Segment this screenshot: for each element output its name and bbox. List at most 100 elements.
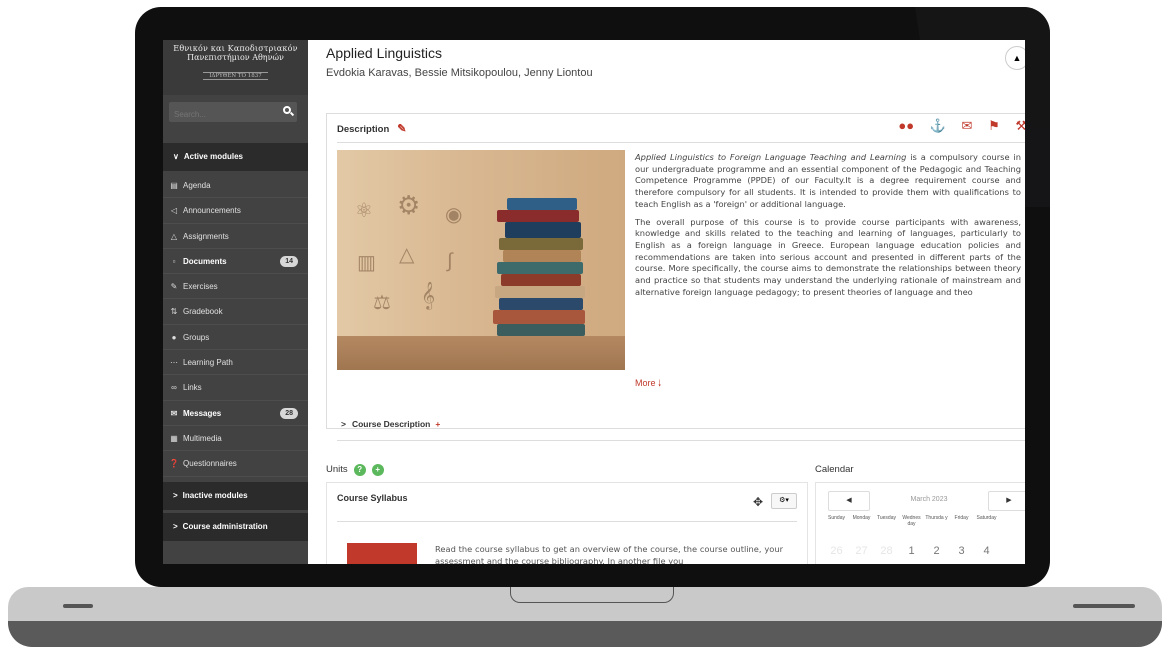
sidebar-item-multimedia[interactable]: ▦ Multimedia	[163, 426, 308, 452]
calendar-day[interactable]: 4	[974, 545, 999, 557]
sidebar-item-label: Announcements	[183, 206, 241, 216]
sidebar-item-agenda[interactable]: ▤ Agenda	[163, 173, 308, 199]
book	[497, 210, 579, 222]
calendar-widget: ◀ March 2023 ▶ Sunday Monday Tuesday Wednes…	[815, 482, 1025, 564]
table-surface	[337, 336, 625, 370]
sidebar-item-assignments[interactable]: △ Assignments	[163, 224, 308, 249]
wrench-icon[interactable]: ⚒	[1015, 118, 1025, 133]
course-administration-label: Course administration	[182, 522, 268, 531]
inactive-modules-label: Inactive modules	[182, 491, 248, 500]
more-link-label: More	[635, 378, 656, 388]
next-month-button[interactable]: ▶	[988, 491, 1025, 511]
weekday-label: Saturday	[976, 515, 997, 521]
laptop-slot-right	[1073, 604, 1135, 608]
sidebar-item-label: Links	[183, 383, 202, 393]
weekday-label: Tuesday	[877, 515, 896, 521]
prev-month-button[interactable]: ◀	[828, 491, 870, 511]
weekday-label: Wednes day	[902, 515, 921, 527]
course-image: ⚛ ⚙ ◉ ▥ △ ∫ ⚖ 𝄞	[337, 150, 625, 370]
envelope-icon[interactable]: ✉	[962, 118, 973, 133]
arrow-down-icon: 🠓	[658, 378, 662, 388]
description-heading: Description ✎	[337, 122, 406, 135]
search-icon[interactable]	[283, 106, 291, 114]
edit-icon: ✎	[170, 282, 178, 292]
users-icon: ●	[171, 332, 177, 342]
calendar-day[interactable]: 27	[849, 545, 874, 557]
sidebar-item-label: Groups	[183, 332, 210, 342]
question-icon: ❓	[169, 459, 179, 469]
sidebar-item-label: Documents	[183, 256, 227, 266]
sidebar: Εθνικόν και Καποδιστριακόν Πανεπιστήμιον…	[163, 40, 308, 564]
weekday-label: Thursda y	[925, 515, 948, 521]
calendar-day[interactable]: 1	[899, 545, 924, 557]
sort-icon: ⇅	[170, 307, 178, 317]
sidebar-item-label: Questionnaires	[183, 459, 237, 469]
chevron-right-icon: >	[173, 491, 178, 500]
documents-count-badge: 14	[280, 255, 298, 267]
sidebar-item-exercises[interactable]: ✎ Exercises	[163, 274, 308, 300]
sidebar-item-label: Assignments	[183, 231, 229, 241]
laptop-base-bottom	[8, 621, 1162, 647]
laptop-base	[8, 587, 1162, 647]
add-unit-icon[interactable]: +	[371, 464, 384, 476]
unlock-icon[interactable]: ⚑	[988, 118, 1000, 133]
search-box	[169, 102, 297, 124]
course-description-toggle[interactable]: > Course Description +	[341, 419, 440, 429]
graduation-cap-icon[interactable]: ▲	[1005, 46, 1025, 70]
syllabus-text: Read the course syllabus to get an overv…	[435, 544, 783, 564]
book	[499, 298, 583, 310]
search-input[interactable]	[169, 105, 279, 124]
plus-icon[interactable]: +	[435, 419, 440, 429]
calendar-day[interactable]: 2	[924, 545, 949, 557]
sidebar-item-documents[interactable]: ▫ Documents 14	[163, 249, 308, 275]
active-modules-label: Active modules	[183, 152, 243, 161]
calendar-day[interactable]: 3	[949, 545, 974, 557]
move-icon[interactable]: ✥	[753, 495, 763, 509]
laptop-screen: Εθνικόν και Καποδιστριακόν Πανεπιστήμιον…	[163, 40, 1025, 564]
description-paragraph-1: Applied Linguistics to Foreign Language …	[635, 152, 1021, 211]
users-icon[interactable]: ●●	[898, 118, 914, 133]
dna-icon: ∫	[447, 250, 453, 272]
laptop-notch	[510, 587, 674, 603]
scale-icon: ⚖	[373, 292, 391, 314]
sidebar-item-messages[interactable]: ✉ Messages 28	[163, 401, 308, 426]
calendar-day[interactable]: 28	[874, 545, 899, 557]
weekday-label: Friday	[954, 515, 969, 521]
calendar-day[interactable]: 26	[824, 545, 849, 557]
megaphone-icon: ◁	[170, 206, 178, 216]
folder-icon: ▫	[172, 256, 176, 266]
sidebar-item-links[interactable]: ∞ Links	[163, 375, 308, 401]
units-heading: Units? +	[326, 464, 384, 476]
help-icon[interactable]: ?	[353, 464, 366, 476]
sidebar-item-gradebook[interactable]: ⇅ Gradebook	[163, 299, 308, 325]
main-content: Applied Linguistics Evdokia Karavas, Bes…	[308, 40, 1025, 564]
flask-icon: △	[399, 244, 415, 266]
divider	[337, 142, 1025, 143]
paperclip-icon[interactable]: ⚓	[930, 118, 946, 133]
weekday-header: Sunday Monday Tuesday Wednes day Thursda y Fr…	[824, 515, 999, 527]
more-link[interactable]: More 🠓	[635, 376, 661, 392]
sidebar-item-label: Messages	[183, 408, 222, 418]
chevron-right-icon: >	[173, 522, 178, 531]
sidebar-item-learning-path[interactable]: ⋯ Learning Path	[163, 350, 308, 376]
sidebar-item-groups[interactable]: ● Groups	[163, 325, 308, 351]
sidebar-item-label: Exercises	[183, 282, 218, 292]
course-administration-header[interactable]: > Course administration	[163, 513, 308, 541]
active-modules-header[interactable]: ∨ Active modules	[163, 143, 308, 171]
sidebar-item-label: Agenda	[183, 181, 211, 190]
logo-line-3: ΙΔΡΥΘΕΝ ΤΟ 1837	[203, 72, 268, 80]
sidebar-item-questionnaires[interactable]: ❓ Questionnaires	[163, 451, 308, 477]
gear-icon[interactable]: ⚙▾	[771, 493, 797, 509]
inactive-modules-header[interactable]: > Inactive modules	[163, 482, 308, 510]
chevron-down-icon: ∨	[173, 152, 179, 161]
syllabus-title[interactable]: Course Syllabus	[337, 493, 408, 503]
atom-icon: ⚛	[355, 200, 373, 222]
pencil-icon[interactable]: ✎	[397, 122, 406, 135]
module-menu: ▤ Agenda ◁ Announcements △ Assignments ▫ Doc…	[163, 173, 308, 477]
music-icon: 𝄞	[421, 282, 436, 309]
chevron-right-icon: >	[341, 419, 346, 429]
sidebar-item-announcements[interactable]: ◁ Announcements	[163, 198, 308, 224]
university-logo[interactable]: Εθνικόν και Καποδιστριακόν Πανεπιστήμιον…	[163, 40, 308, 95]
weekday-label: Monday	[852, 515, 871, 521]
sidebar-item-label: Gradebook	[183, 307, 223, 317]
